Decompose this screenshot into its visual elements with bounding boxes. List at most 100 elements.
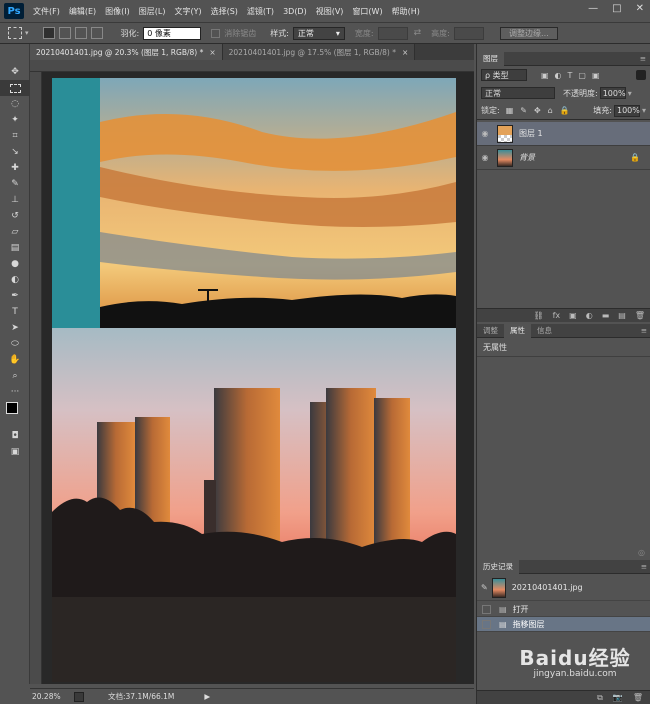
screen-mode-icon[interactable]: ▣ — [0, 444, 30, 460]
eyedropper-tool-icon[interactable]: ↘ — [0, 144, 30, 160]
swap-icon[interactable]: ⇄ — [414, 28, 422, 38]
intersect-selection-icon[interactable] — [90, 27, 103, 39]
new-document-from-state-icon[interactable]: ⧉ — [597, 693, 603, 703]
minimize-button[interactable]: — — [588, 3, 598, 14]
status-menu-arrow-icon[interactable]: ▶ — [204, 692, 210, 701]
fx-icon[interactable]: fx — [553, 311, 561, 320]
height-input[interactable] — [453, 26, 484, 40]
type-tool-icon[interactable]: T — [0, 304, 30, 320]
brush-tool-icon[interactable]: ✎ — [0, 176, 30, 192]
tab-document-1[interactable]: 20210401401.jpg @ 20.3% (图层 1, RGB/8) * × — [30, 44, 223, 60]
panel-menu-icon[interactable]: ≡ — [640, 54, 646, 63]
gradient-tool-icon[interactable]: ▤ — [0, 240, 30, 256]
history-brush-icon[interactable]: ✎ — [481, 583, 488, 592]
width-input[interactable] — [377, 26, 408, 40]
refine-edge-button[interactable]: 调整边缘... — [499, 26, 558, 40]
filter-toggle-icon[interactable] — [636, 70, 646, 80]
history-item[interactable]: ▤ 拖移图层 — [477, 617, 650, 632]
eye-icon[interactable]: ◉ — [477, 153, 493, 162]
healing-brush-tool-icon[interactable]: ✚ — [0, 160, 30, 176]
zoom-level[interactable]: 20.28% — [32, 692, 70, 701]
menu-type[interactable]: 文字(Y) — [174, 6, 201, 17]
camera-icon[interactable]: 📷 — [613, 693, 623, 702]
eraser-tool-icon[interactable]: ▱ — [0, 224, 30, 240]
foreground-color-swatch[interactable] — [6, 402, 18, 414]
marquee-tool-icon[interactable] — [8, 27, 22, 39]
menu-window[interactable]: 窗口(W) — [352, 6, 382, 17]
vertical-ruler[interactable] — [30, 72, 42, 684]
fill-slider-icon[interactable]: ▾ — [642, 106, 646, 115]
blend-mode-select[interactable]: 正常 — [481, 87, 555, 99]
fill-input[interactable]: 100% — [613, 104, 640, 117]
lock-icons[interactable]: ▦✎✥⌂🔒 — [506, 106, 577, 115]
panel-menu-icon[interactable]: ≡ — [641, 562, 647, 571]
menu-layer[interactable]: 图层(L) — [139, 6, 166, 17]
trash-icon[interactable]: 🗑 — [633, 693, 643, 702]
horizontal-ruler[interactable] — [30, 60, 474, 72]
add-mask-icon[interactable]: ▣ — [569, 311, 577, 320]
new-selection-icon[interactable] — [42, 27, 55, 39]
close-button[interactable]: ✕ — [636, 3, 644, 14]
group-icon[interactable]: ▬ — [602, 311, 610, 320]
clone-stamp-tool-icon[interactable]: ⊥ — [0, 192, 30, 208]
more-tools-icon[interactable]: ··· — [0, 384, 30, 400]
add-selection-icon[interactable] — [58, 27, 71, 39]
panel-menu-icon[interactable]: ≡ — [641, 326, 647, 335]
feather-input[interactable]: 0 像素 — [143, 26, 202, 40]
menu-file[interactable]: 文件(F) — [33, 6, 60, 17]
close-icon[interactable]: × — [209, 48, 215, 57]
tab-document-2[interactable]: 20210401401.jpg @ 17.5% (图层 1, RGB/8) * × — [222, 44, 416, 60]
opacity-slider-icon[interactable]: ▾ — [628, 89, 632, 98]
tab-info[interactable]: 信息 — [531, 324, 558, 338]
history-brush-tool-icon[interactable]: ↺ — [0, 208, 30, 224]
move-tool-icon[interactable]: ✥ — [0, 64, 30, 80]
eye-icon[interactable]: ◉ — [477, 129, 493, 138]
link-layers-icon[interactable]: ⛓ — [533, 311, 543, 320]
close-icon[interactable]: × — [402, 48, 408, 57]
lasso-tool-icon[interactable]: ◌ — [0, 96, 30, 112]
canvas-area[interactable] — [42, 72, 474, 684]
subtract-selection-icon[interactable] — [74, 27, 87, 39]
quick-mask-icon[interactable]: ◘ — [0, 428, 30, 444]
crop-tool-icon[interactable]: ⌗ — [0, 128, 30, 144]
path-selection-tool-icon[interactable]: ➤ — [0, 320, 30, 336]
ellipse-tool-icon[interactable]: ⬭ — [0, 336, 30, 352]
maximize-button[interactable]: □ — [612, 3, 621, 14]
menu-3d[interactable]: 3D(D) — [283, 7, 307, 16]
history-snapshot[interactable]: ✎ 20210401401.jpg — [477, 575, 650, 601]
tool-preset-dropdown-icon[interactable]: ▾ — [25, 29, 29, 37]
magic-wand-tool-icon[interactable]: ✦ — [0, 112, 30, 128]
history-checkbox[interactable] — [482, 604, 491, 614]
opacity-input[interactable]: 100% — [599, 87, 626, 99]
document-size: 文档:37.1M/66.1M — [108, 692, 175, 701]
tab-history[interactable]: 历史记录 — [477, 559, 519, 574]
menu-filter[interactable]: 滤镜(T) — [247, 6, 274, 17]
document-canvas[interactable] — [42, 72, 474, 684]
zoom-tool-icon[interactable]: ⌕ — [0, 368, 30, 384]
menu-help[interactable]: 帮助(H) — [392, 6, 420, 17]
menu-edit[interactable]: 编辑(E) — [69, 6, 96, 17]
adjustment-icon[interactable]: ◐ — [586, 311, 593, 320]
menu-view[interactable]: 视图(V) — [316, 6, 344, 17]
tab-adjustments[interactable]: 调整 — [477, 324, 504, 338]
properties-footer-icon[interactable]: ◎ — [638, 548, 645, 558]
pen-tool-icon[interactable]: ✒ — [0, 288, 30, 304]
menu-select[interactable]: 选择(S) — [211, 6, 238, 17]
rect-marquee-tool-icon[interactable] — [0, 80, 30, 96]
tab-layers[interactable]: 图层 — [477, 51, 504, 66]
history-checkbox[interactable] — [482, 619, 491, 629]
blur-tool-icon[interactable]: ● — [0, 256, 30, 272]
history-item[interactable]: ▤ 打开 — [477, 602, 650, 617]
new-layer-icon[interactable]: ▤ — [618, 311, 626, 320]
layer-row-background[interactable]: ◉ 背景 🔒 — [477, 146, 650, 170]
layer-filter-icons[interactable]: ▣◐T▢▣ — [541, 71, 606, 80]
trash-icon[interactable]: 🗑 — [635, 311, 645, 320]
menu-image[interactable]: 图像(I) — [105, 6, 130, 17]
dodge-tool-icon[interactable]: ◐ — [0, 272, 30, 288]
layer-filter-select[interactable]: ρ 类型 — [481, 69, 527, 81]
antialias-checkbox[interactable] — [211, 28, 221, 38]
hand-tool-icon[interactable]: ✋ — [0, 352, 30, 368]
tab-properties[interactable]: 属性 — [504, 323, 531, 338]
style-select[interactable]: 正常 ▾ — [292, 26, 345, 40]
layer-row-layer-1[interactable]: ◉ 图层 1 — [477, 122, 650, 146]
